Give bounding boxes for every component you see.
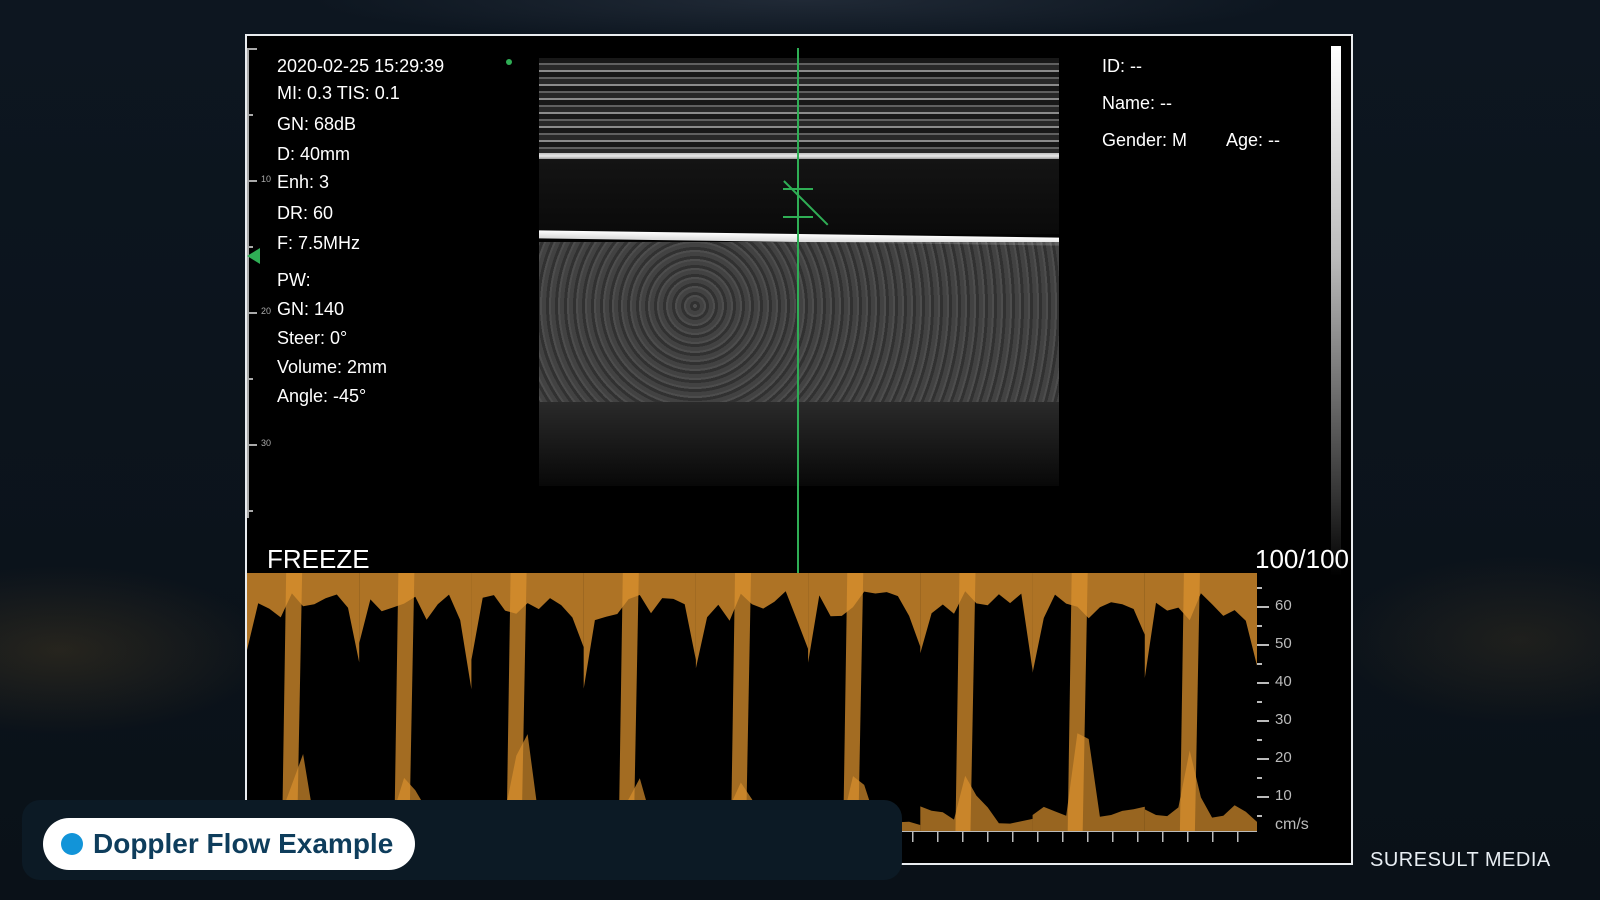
patient-id: ID: --: [1102, 56, 1142, 76]
b-mode-image: [539, 58, 1059, 486]
velocity-label-50: 50: [1275, 635, 1292, 652]
doppler-cursor-line[interactable]: [797, 48, 799, 586]
vel-tick: [1257, 682, 1269, 684]
spectrum-envelope-top: [920, 573, 1033, 671]
spectrum-envelope-bottom: [920, 775, 1033, 831]
velocity-unit: cm/s: [1275, 816, 1309, 833]
volume-value: Volume: 2mm: [277, 357, 388, 377]
datetime: 2020-02-25 15:29:39: [277, 56, 445, 76]
depth-tick: [247, 312, 257, 314]
depth-tick: [247, 180, 257, 182]
depth-tick: [247, 114, 253, 116]
caption-badge: Doppler Flow Example: [43, 818, 416, 870]
spectrum-envelope-bottom: [1144, 750, 1257, 831]
time-axis: [887, 831, 1257, 842]
spectrum-envelope-top: [808, 573, 921, 663]
caption-label: Doppler Flow Example: [93, 828, 394, 859]
spectrum-envelope-top: [695, 573, 809, 669]
velocity-label-30: 30: [1275, 711, 1292, 728]
depth-tick: [247, 510, 253, 512]
vel-tick: [1257, 796, 1269, 798]
depth-axis-line: [247, 48, 249, 518]
depth-value: D: 40mm: [277, 144, 351, 164]
vel-tick: [1257, 758, 1269, 760]
dynamic-range-value: DR: 60: [277, 203, 334, 223]
velocity-label-60: 60: [1275, 597, 1292, 614]
vel-minor-tick: [1257, 587, 1262, 589]
vel-tick: [1257, 644, 1269, 646]
depth-tick: [247, 444, 257, 446]
sample-gate-bottom[interactable]: [783, 216, 813, 218]
spectrum-envelope-top: [1144, 573, 1257, 678]
depth-tick: [247, 48, 257, 50]
b-mode-panel: 10 20 30 2020-02-25 15:29:39 MI: 0.3 TIS…: [247, 36, 1351, 586]
mi-tis: MI: 0.3 TIS: 0.1: [277, 83, 400, 103]
pw-gain-value: GN: 140: [277, 299, 345, 319]
vel-minor-tick: [1257, 625, 1262, 627]
frequency-value: F: 7.5MHz: [277, 233, 361, 253]
sample-gate-top[interactable]: [783, 188, 813, 190]
spectrum-envelope-top: [1032, 573, 1145, 673]
depth-label-30: 30: [261, 438, 272, 448]
tissue-layer: [539, 242, 1059, 402]
velocity-label-40: 40: [1275, 673, 1292, 690]
depth-tick: [247, 378, 253, 380]
vel-tick: [1257, 606, 1269, 608]
angle-value: Angle: -45°: [277, 386, 367, 406]
pw-mode-label: PW:: [277, 270, 311, 290]
ultrasound-display: 10 20 30 2020-02-25 15:29:39 MI: 0.3 TIS…: [245, 34, 1353, 865]
vel-minor-tick: [1257, 663, 1262, 665]
frame-counter: 100/100: [1255, 544, 1349, 574]
vel-minor-tick: [1257, 701, 1262, 703]
depth-scale: 10 20 30: [247, 48, 277, 518]
spectrum-envelope-bottom: [1032, 733, 1145, 831]
spectrum-envelope-top: [471, 573, 584, 660]
spectrum-graph: [247, 573, 1257, 831]
velocity-label-20: 20: [1275, 749, 1292, 766]
vel-tick: [1257, 720, 1269, 722]
patient-age: Age: --: [1226, 130, 1281, 150]
freeze-status: FREEZE: [267, 544, 370, 574]
steer-value: Steer: 0°: [277, 328, 348, 348]
status-dot-icon: [506, 59, 512, 65]
spectrum-envelope-top: [359, 573, 472, 690]
velocity-label-10: 10: [1275, 787, 1292, 804]
watermark: SURESULT MEDIA: [1370, 849, 1551, 871]
depth-label-10: 10: [261, 174, 272, 184]
patient-name: Name: --: [1102, 93, 1173, 113]
focus-marker-icon[interactable]: [247, 248, 260, 264]
vel-minor-tick: [1257, 777, 1262, 779]
depth-label-20: 20: [261, 306, 272, 316]
spectrum-envelope-top: [583, 573, 696, 689]
doppler-spectrum: [247, 573, 1257, 831]
grayscale-bar: [1331, 46, 1341, 576]
vel-minor-tick: [1257, 739, 1262, 741]
velocity-scale: 60 50 40 30 20 10 cm/s: [1257, 573, 1351, 843]
caption-dot-icon: [61, 833, 83, 855]
tissue-layer: [539, 402, 1059, 486]
tissue-layer: [539, 58, 1059, 153]
spectrum-envelope-top: [247, 573, 360, 663]
enhance-value: Enh: 3: [277, 172, 330, 192]
gain-value: GN: 68dB: [277, 114, 357, 134]
vel-minor-tick: [1257, 815, 1262, 817]
patient-gender: Gender: M: [1102, 130, 1188, 150]
